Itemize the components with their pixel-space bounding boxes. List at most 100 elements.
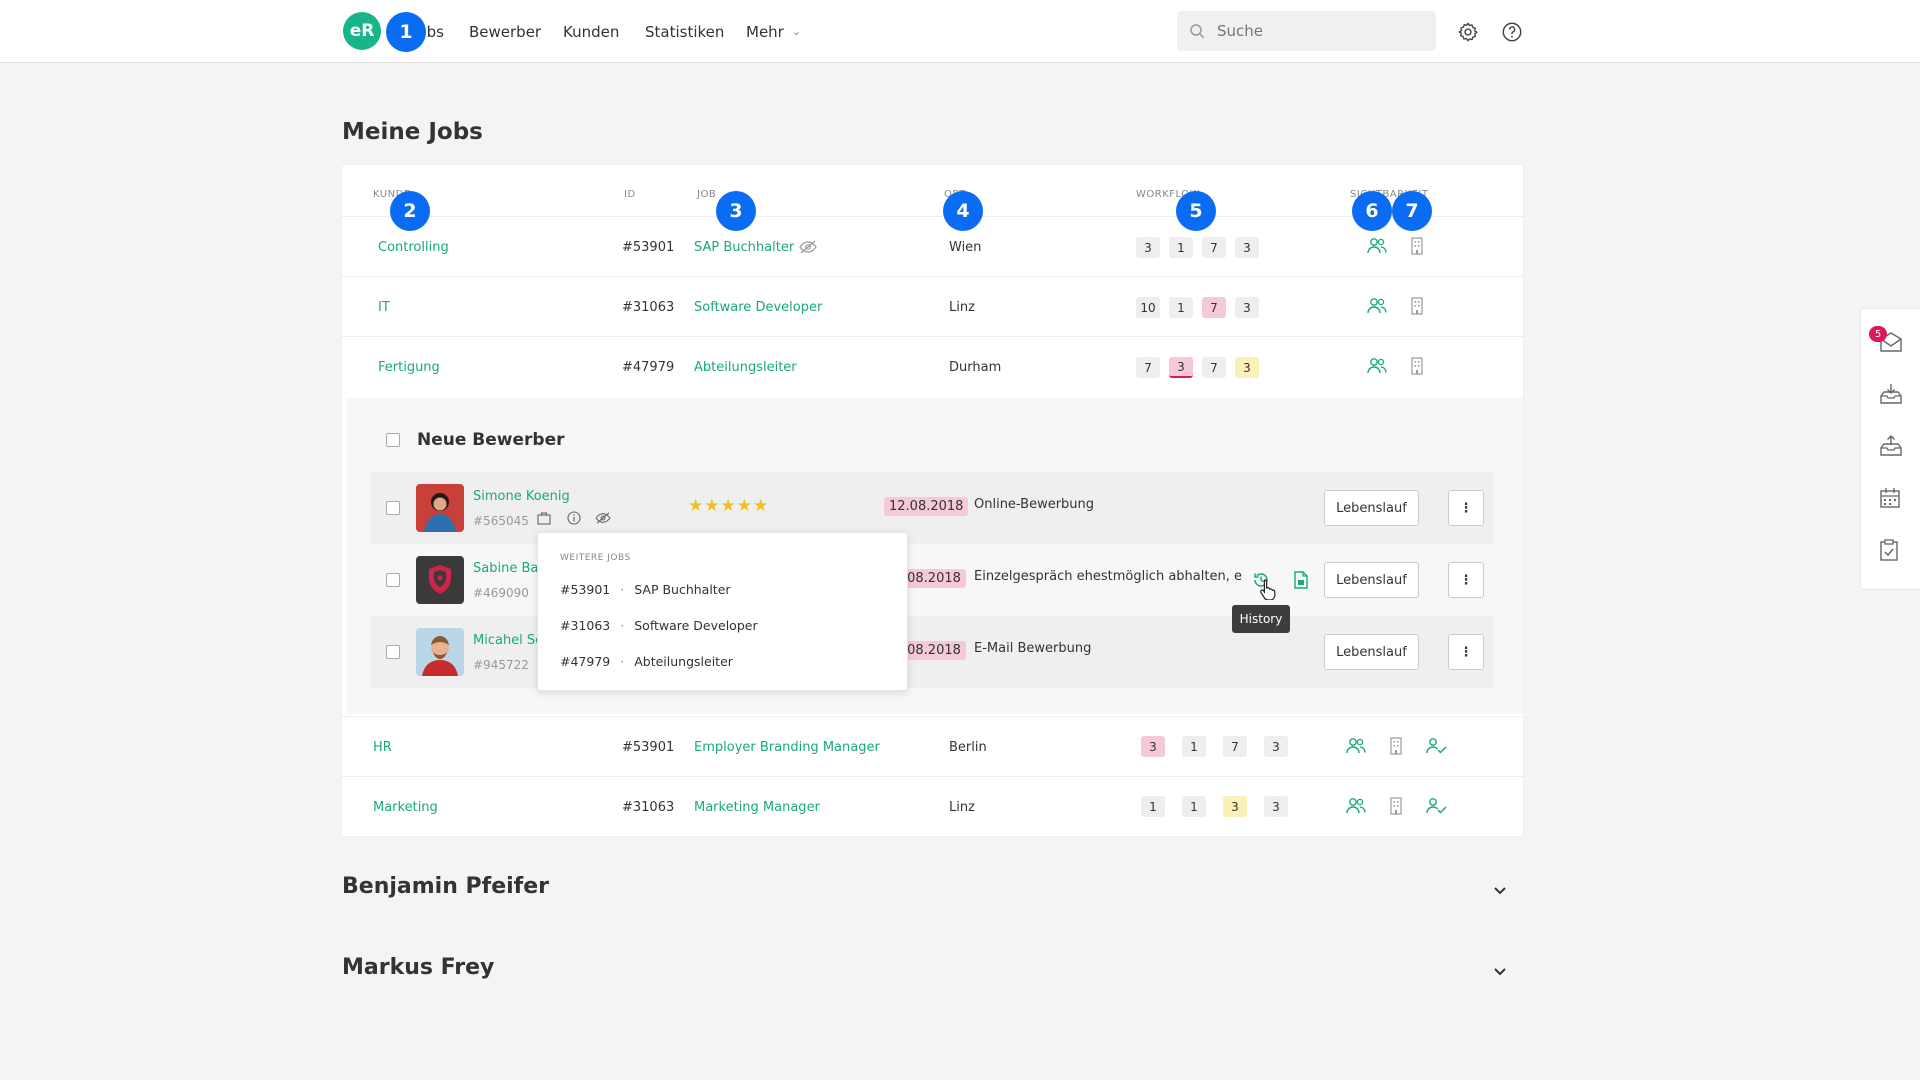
workflow-badge[interactable]: 3 — [1141, 736, 1165, 757]
popover-job-item[interactable]: #53901 · SAP Buchhalter — [560, 582, 731, 597]
settings-gear-icon[interactable] — [1456, 20, 1480, 44]
section-title-markus-frey[interactable]: Markus Frey — [342, 955, 494, 980]
user-check-icon[interactable] — [1425, 795, 1447, 817]
building-icon[interactable] — [1385, 735, 1407, 757]
select-all-checkbox[interactable] — [386, 433, 400, 447]
applicant-description: Einzelgespräch ehestmöglich abhalten, ev… — [974, 569, 1242, 584]
more-options-button[interactable]: ⋮ — [1448, 490, 1484, 526]
workflow-badge[interactable]: 1 — [1169, 297, 1193, 318]
lebenslauf-button[interactable]: Lebenslauf — [1324, 562, 1419, 598]
app-logo[interactable]: eR — [343, 12, 381, 50]
applicant-name-link[interactable]: Sabine Bay — [473, 561, 546, 576]
kunde-link[interactable]: Marketing — [373, 777, 438, 837]
building-icon[interactable] — [1406, 295, 1428, 317]
workflow-badge[interactable]: 1 — [1141, 796, 1165, 817]
workflow-badge[interactable]: 10 — [1136, 297, 1160, 318]
nav-bewerber[interactable]: Bewerber — [469, 0, 541, 63]
avatar — [416, 484, 464, 532]
document-icon[interactable] — [1290, 569, 1312, 591]
building-icon[interactable] — [1385, 795, 1407, 817]
notification-count-badge: 5 — [1869, 326, 1887, 342]
eye-off-icon[interactable] — [797, 236, 819, 258]
info-icon[interactable] — [566, 510, 582, 526]
eye-off-icon[interactable] — [594, 510, 612, 526]
users-icon[interactable] — [1345, 735, 1367, 757]
workflow-badge[interactable]: 3 — [1235, 237, 1259, 258]
workflow-badge[interactable]: 7 — [1202, 297, 1226, 318]
popover-separator: · — [620, 654, 625, 669]
building-icon[interactable] — [1406, 235, 1428, 257]
table-row[interactable]: IT #31063 Software Developer Linz 10 1 7… — [342, 276, 1523, 336]
nav-statistiken[interactable]: Statistiken — [645, 0, 724, 63]
workflow-badge[interactable]: 7 — [1202, 357, 1226, 378]
job-link[interactable]: Software Developer — [694, 277, 822, 337]
more-options-button[interactable]: ⋮ — [1448, 562, 1484, 598]
top-navigation-bar: eR Jobs Bewerber Kunden Statistiken Mehr… — [0, 0, 1920, 63]
quick-actions-panel — [1860, 308, 1920, 590]
building-icon[interactable] — [1406, 355, 1428, 377]
rating-stars[interactable]: ★★★★★ — [688, 496, 769, 516]
step-marker-3: 3 — [716, 191, 756, 231]
section-title-benjamin-pfeifer[interactable]: Benjamin Pfeifer — [342, 874, 549, 899]
calendar-icon[interactable] — [1879, 487, 1903, 511]
help-icon[interactable] — [1500, 20, 1524, 44]
job-ort: Durham — [949, 359, 1002, 375]
workflow-badge[interactable]: 7 — [1223, 736, 1247, 757]
history-tooltip: History — [1232, 605, 1290, 633]
workflow-badge[interactable]: 1 — [1182, 796, 1206, 817]
workflow-badge[interactable]: 7 — [1136, 357, 1160, 378]
nav-kunden[interactable]: Kunden — [563, 0, 619, 63]
lebenslauf-button[interactable]: Lebenslauf — [1324, 490, 1419, 526]
applicant-checkbox[interactable] — [386, 501, 400, 515]
kunde-link[interactable]: HR — [373, 717, 392, 777]
kunde-link[interactable]: Fertigung — [378, 337, 440, 397]
chevron-down-icon: ⌄ — [791, 25, 802, 38]
workflow-badge[interactable]: 7 — [1202, 237, 1226, 258]
applicant-checkbox[interactable] — [386, 573, 400, 587]
search-input[interactable] — [1217, 22, 1417, 40]
inbox-download-icon[interactable] — [1879, 383, 1903, 407]
user-check-icon[interactable] — [1425, 735, 1447, 757]
applicant-name-link[interactable]: Simone Koenig — [473, 489, 570, 504]
workflow-badge-active[interactable]: 3 — [1169, 357, 1193, 378]
more-options-button[interactable]: ⋮ — [1448, 634, 1484, 670]
table-row[interactable]: HR #53901 Employer Branding Manager Berl… — [342, 716, 1523, 776]
search-box[interactable] — [1177, 11, 1436, 51]
workflow-badge[interactable]: 3 — [1264, 736, 1288, 757]
applicant-id: #945722 — [473, 658, 529, 672]
table-row[interactable]: Controlling #53901 SAP Buchhalter Wien 3… — [342, 216, 1523, 276]
job-link[interactable]: Abteilungsleiter — [694, 337, 797, 397]
popover-job-item[interactable]: #31063 · Software Developer — [560, 618, 758, 633]
table-row[interactable]: Marketing #31063 Marketing Manager Linz … — [342, 776, 1523, 836]
briefcase-icon[interactable] — [536, 510, 552, 526]
avatar — [416, 628, 464, 676]
workflow-badge[interactable]: 3 — [1136, 237, 1160, 258]
applicant-checkbox[interactable] — [386, 645, 400, 659]
popover-job-id: #47979 — [560, 654, 611, 669]
inbox-upload-icon[interactable] — [1879, 435, 1903, 459]
users-icon[interactable] — [1366, 355, 1388, 377]
workflow-badge[interactable]: 3 — [1264, 796, 1288, 817]
users-icon[interactable] — [1366, 295, 1388, 317]
chevron-down-icon[interactable] — [1492, 963, 1512, 983]
popover-job-item[interactable]: #47979 · Abteilungsleiter — [560, 654, 733, 669]
table-row[interactable]: Fertigung #47979 Abteilungsleiter Durham… — [342, 336, 1523, 396]
workflow-badge[interactable]: 3 — [1235, 357, 1259, 378]
step-marker-6: 6 — [1352, 191, 1392, 231]
applicant-date: 12.08.2018 — [884, 497, 969, 516]
job-link[interactable]: Marketing Manager — [694, 777, 820, 837]
job-link[interactable]: Employer Branding Manager — [694, 717, 880, 777]
workflow-badge[interactable]: 1 — [1182, 736, 1206, 757]
kunde-link[interactable]: IT — [378, 277, 390, 337]
users-icon[interactable] — [1345, 795, 1367, 817]
users-icon[interactable] — [1366, 235, 1388, 257]
nav-mehr[interactable]: Mehr ⌄ — [746, 0, 801, 63]
job-id: #47979 — [622, 359, 675, 375]
workflow-badge[interactable]: 3 — [1223, 796, 1247, 817]
workflow-badge[interactable]: 1 — [1169, 237, 1193, 258]
popover-separator: · — [620, 582, 625, 597]
workflow-badge[interactable]: 3 — [1235, 297, 1259, 318]
clipboard-check-icon[interactable] — [1879, 539, 1903, 563]
lebenslauf-button[interactable]: Lebenslauf — [1324, 634, 1419, 670]
chevron-down-icon[interactable] — [1492, 882, 1512, 902]
